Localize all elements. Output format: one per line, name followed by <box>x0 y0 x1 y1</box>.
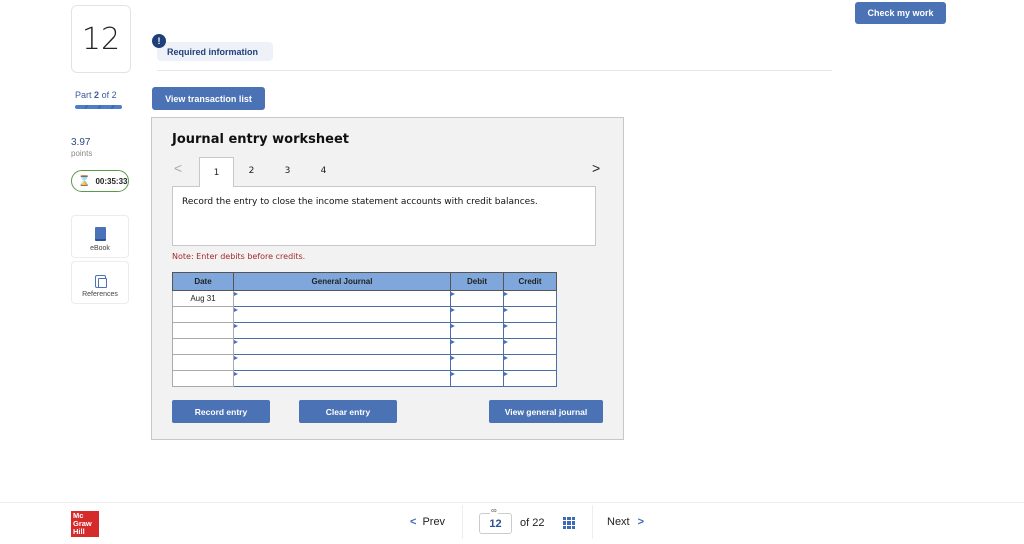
tab-3[interactable]: 3 <box>270 157 305 185</box>
table-row <box>172 354 557 371</box>
view-general-journal-button[interactable]: View general journal <box>489 400 603 423</box>
mcgraw-hill-logo: Mc Graw Hill <box>71 511 99 537</box>
timer-value: 00:35:33 <box>95 176 128 186</box>
references-icon <box>94 275 107 288</box>
instruction-box: Record the entry to close the income sta… <box>172 186 596 246</box>
account-input[interactable] <box>233 354 451 371</box>
footer-divider <box>0 502 1024 503</box>
account-input[interactable] <box>233 338 451 355</box>
table-row <box>172 338 557 355</box>
check-my-work-button[interactable]: Check my work <box>855 2 946 24</box>
references-button[interactable]: References <box>71 261 129 304</box>
next-label: Next <box>607 516 630 528</box>
journal-table: Date General Journal Debit Credit Aug 31 <box>172 272 557 387</box>
debit-input[interactable] <box>450 338 504 355</box>
credit-input[interactable] <box>503 306 557 323</box>
tab-2[interactable]: 2 <box>234 157 269 185</box>
part-current: 2 <box>94 90 100 100</box>
points-value: 3.97 <box>71 137 91 148</box>
part-indicator: Part 2 of 2 <box>75 90 117 100</box>
debit-input[interactable] <box>450 290 504 307</box>
references-label: References <box>82 291 118 298</box>
column-header-debit: Debit <box>450 272 504 291</box>
tab-next-arrow[interactable]: > <box>592 160 600 176</box>
footer-separator <box>592 505 593 539</box>
tab-prev-arrow[interactable]: < <box>174 160 182 176</box>
debit-input[interactable] <box>450 370 504 387</box>
tab-4[interactable]: 4 <box>306 157 341 185</box>
date-cell: Aug 31 <box>172 290 234 307</box>
column-header-date: Date <box>172 272 234 291</box>
ebook-label: eBook <box>90 245 110 252</box>
page-total: of 22 <box>520 517 545 529</box>
account-input[interactable] <box>233 322 451 339</box>
date-cell <box>172 354 234 371</box>
prev-label: Prev <box>422 516 446 528</box>
debit-input[interactable] <box>450 354 504 371</box>
debit-input[interactable] <box>450 306 504 323</box>
current-page-input[interactable]: 12 <box>479 513 512 534</box>
date-cell <box>172 322 234 339</box>
chevron-left-icon: < <box>410 516 417 528</box>
column-header-credit: Credit <box>503 272 557 291</box>
grid-icon[interactable] <box>563 517 575 529</box>
book-icon <box>94 227 106 241</box>
credit-input[interactable] <box>503 290 557 307</box>
clear-entry-button[interactable]: Clear entry <box>299 400 397 423</box>
debit-input[interactable] <box>450 322 504 339</box>
date-cell <box>172 338 234 355</box>
timer[interactable]: ⌛ 00:35:33 <box>71 170 129 192</box>
column-header-general-journal: General Journal <box>233 272 451 291</box>
note-text: Note: Enter debits before credits. <box>172 252 306 261</box>
link-icon: ∞ <box>490 506 498 515</box>
ebook-button[interactable]: eBook <box>71 215 129 258</box>
part-label: Part <box>75 90 92 100</box>
question-number: 12 <box>71 5 131 73</box>
account-input[interactable] <box>233 306 451 323</box>
hourglass-icon: ⌛ <box>78 175 91 187</box>
part-progress-bar <box>75 105 122 109</box>
record-entry-button[interactable]: Record entry <box>172 400 270 423</box>
header-divider <box>157 70 832 71</box>
prev-button[interactable]: < Prev <box>410 516 445 528</box>
view-transaction-list-button[interactable]: View transaction list <box>152 87 265 110</box>
account-input[interactable] <box>233 290 451 307</box>
table-row: Aug 31 <box>172 290 557 307</box>
account-input[interactable] <box>233 370 451 387</box>
table-header-row: Date General Journal Debit Credit <box>172 272 557 291</box>
table-row <box>172 306 557 323</box>
part-of: of 2 <box>101 90 117 100</box>
credit-input[interactable] <box>503 322 557 339</box>
footer-separator <box>462 505 463 539</box>
credit-input[interactable] <box>503 338 557 355</box>
instruction-text: Record the entry to close the income sta… <box>182 197 538 207</box>
table-row <box>172 370 557 387</box>
alert-icon: ! <box>152 34 166 48</box>
points-label: points <box>71 149 93 158</box>
credit-input[interactable] <box>503 370 557 387</box>
table-row <box>172 322 557 339</box>
tab-1[interactable]: 1 <box>199 157 234 187</box>
date-cell <box>172 370 234 387</box>
chevron-right-icon: > <box>637 516 645 528</box>
required-information-tab[interactable]: Required information <box>157 42 273 61</box>
date-cell <box>172 306 234 323</box>
credit-input[interactable] <box>503 354 557 371</box>
next-button[interactable]: Next > <box>607 516 644 528</box>
worksheet-title: Journal entry worksheet <box>172 132 349 147</box>
